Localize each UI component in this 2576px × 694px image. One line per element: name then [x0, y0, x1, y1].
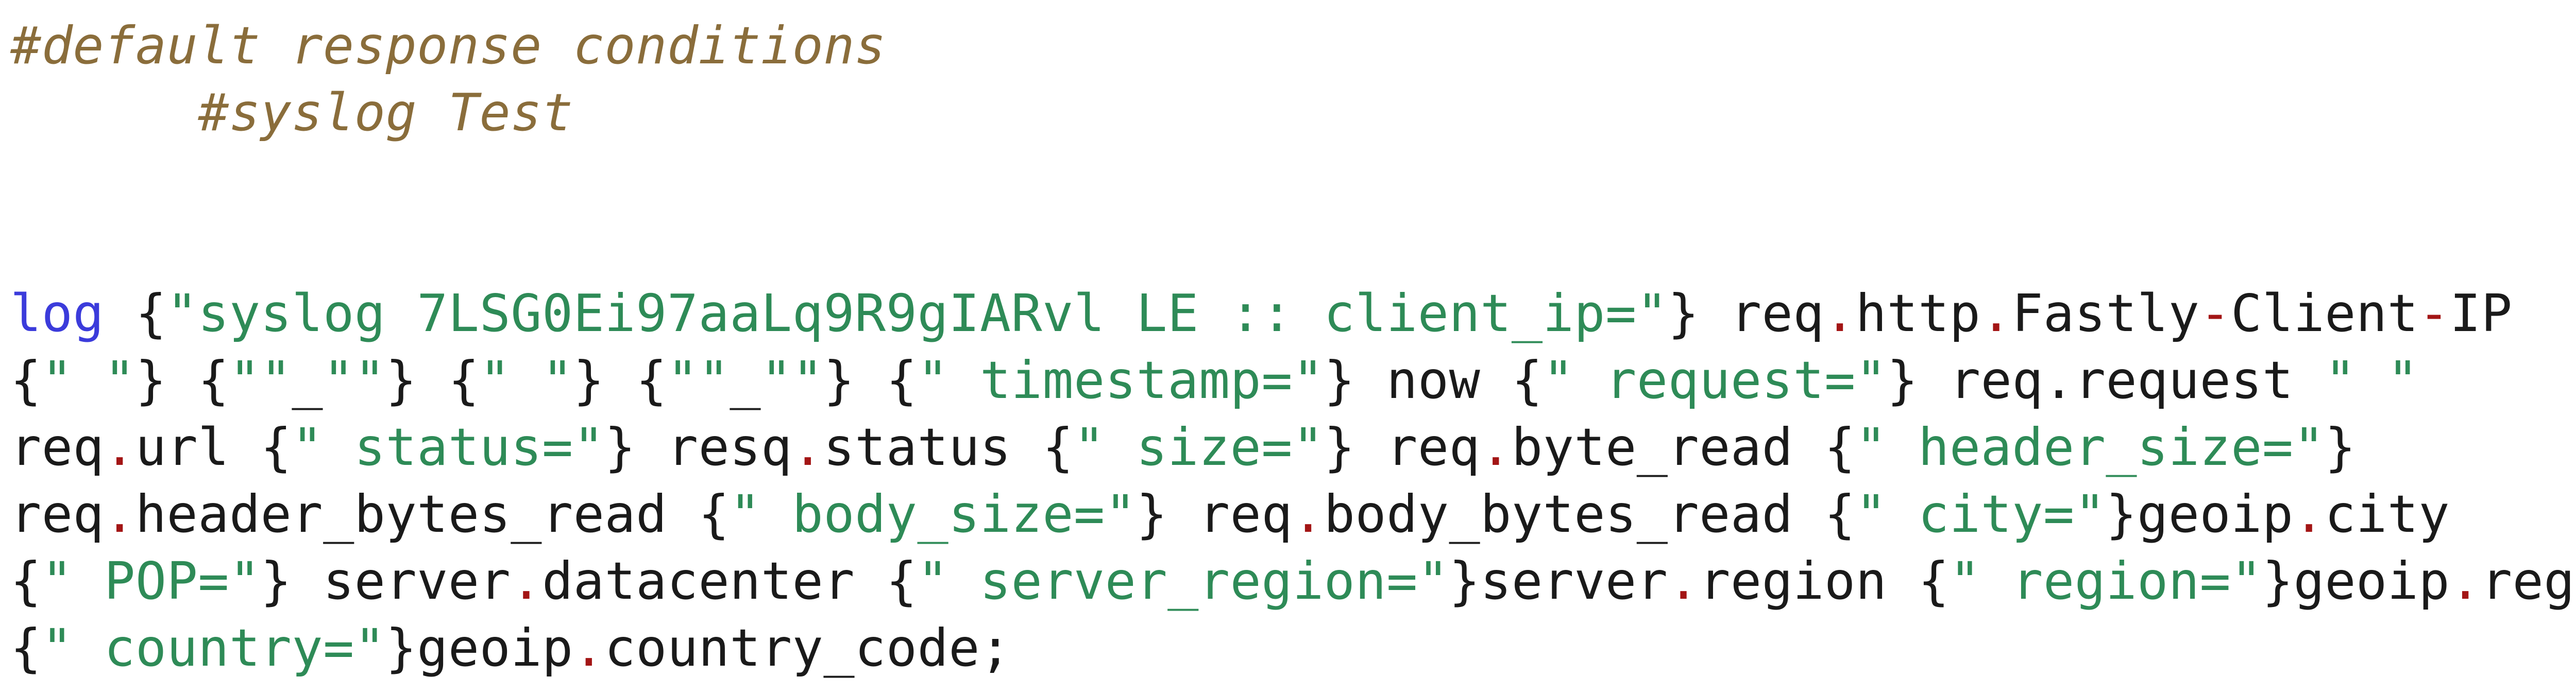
dot: .: [104, 417, 135, 477]
string-space: " ": [42, 350, 135, 410]
expr-region: region: [1699, 551, 1918, 611]
underscore: _: [730, 350, 761, 410]
dot: .: [511, 551, 542, 611]
comment-line-2: #syslog Test: [198, 82, 573, 143]
expr-datacenter: datacenter: [542, 551, 886, 611]
expr-byte-read: byte_read: [1512, 417, 1824, 477]
string-header-size: " header_size=": [1856, 417, 2325, 477]
string-empty: "": [323, 350, 385, 410]
dot: .: [104, 484, 135, 544]
dot: .: [573, 618, 605, 678]
expr-region: region: [2481, 551, 2576, 611]
string-server-region: " server_region=": [918, 551, 1449, 611]
dot: .: [2450, 551, 2481, 611]
string-request: " request=": [1543, 350, 1887, 410]
string-country: " country=": [42, 618, 386, 678]
string-empty: "": [667, 350, 730, 410]
dot: .: [1480, 417, 1512, 477]
string-space-bare: " ": [2325, 350, 2418, 410]
underscore: _: [292, 350, 323, 410]
keyword-log: log: [10, 283, 104, 343]
expr-body-bytes-read: body_bytes_read: [1324, 484, 1824, 544]
expr-header-bytes-read: header_bytes_read: [135, 484, 699, 544]
string-city: " city=": [1856, 484, 2106, 544]
string-timestamp: " timestamp=": [918, 350, 1324, 410]
string-space: " ": [480, 350, 573, 410]
expr-url: url: [135, 417, 261, 477]
expr-server: server: [292, 551, 511, 611]
expr-now: now: [1355, 350, 1512, 410]
dot: .: [1824, 283, 1856, 343]
string-region: " region=": [1950, 551, 2262, 611]
expr-server: server: [1480, 551, 1668, 611]
dot: .: [1293, 484, 1324, 544]
expr-req-request: req.request: [1918, 350, 2325, 410]
expr-req: req: [1167, 484, 1293, 544]
code-block: #default response conditions #syslog Tes…: [0, 0, 2576, 694]
string-body-size: " body_size=": [730, 484, 1136, 544]
dot: .: [1668, 551, 1699, 611]
string-empty: "": [761, 350, 823, 410]
expr-geoip: geoip: [417, 618, 573, 678]
dash: -: [2199, 283, 2231, 343]
expr-status: status: [823, 417, 1042, 477]
expr-req: req: [1355, 417, 1480, 477]
expr-http: http: [1856, 283, 1981, 343]
string-size: " size=": [1074, 417, 1324, 477]
expr-req: req: [10, 417, 104, 477]
dot: .: [1980, 283, 2012, 343]
comment-line-1: #default response conditions: [10, 15, 886, 76]
string-syslog: "syslog 7LSG0Ei97aaLq9R9gIARvl LE :: cli…: [167, 283, 1668, 343]
string-status: " status=": [292, 417, 604, 477]
string-pop: " POP=": [42, 551, 261, 611]
dash: -: [2418, 283, 2450, 343]
expr-fastly: Fastly: [2012, 283, 2199, 343]
expr-req-ip: req: [1699, 283, 1824, 343]
expr-geoip: geoip: [2294, 551, 2450, 611]
dot: .: [792, 417, 824, 477]
expr-ip: IP: [2450, 283, 2512, 343]
expr-geoip: geoip: [2137, 484, 2294, 544]
expr-city: city: [2325, 484, 2450, 544]
dot: .: [2294, 484, 2325, 544]
expr-client: Client: [2231, 283, 2418, 343]
expr-country-code: country_code: [604, 618, 979, 678]
string-empty: "": [229, 350, 292, 410]
expr-req: req: [10, 484, 104, 544]
expr-resq: resq: [636, 417, 792, 477]
semicolon: ;: [980, 618, 1011, 678]
